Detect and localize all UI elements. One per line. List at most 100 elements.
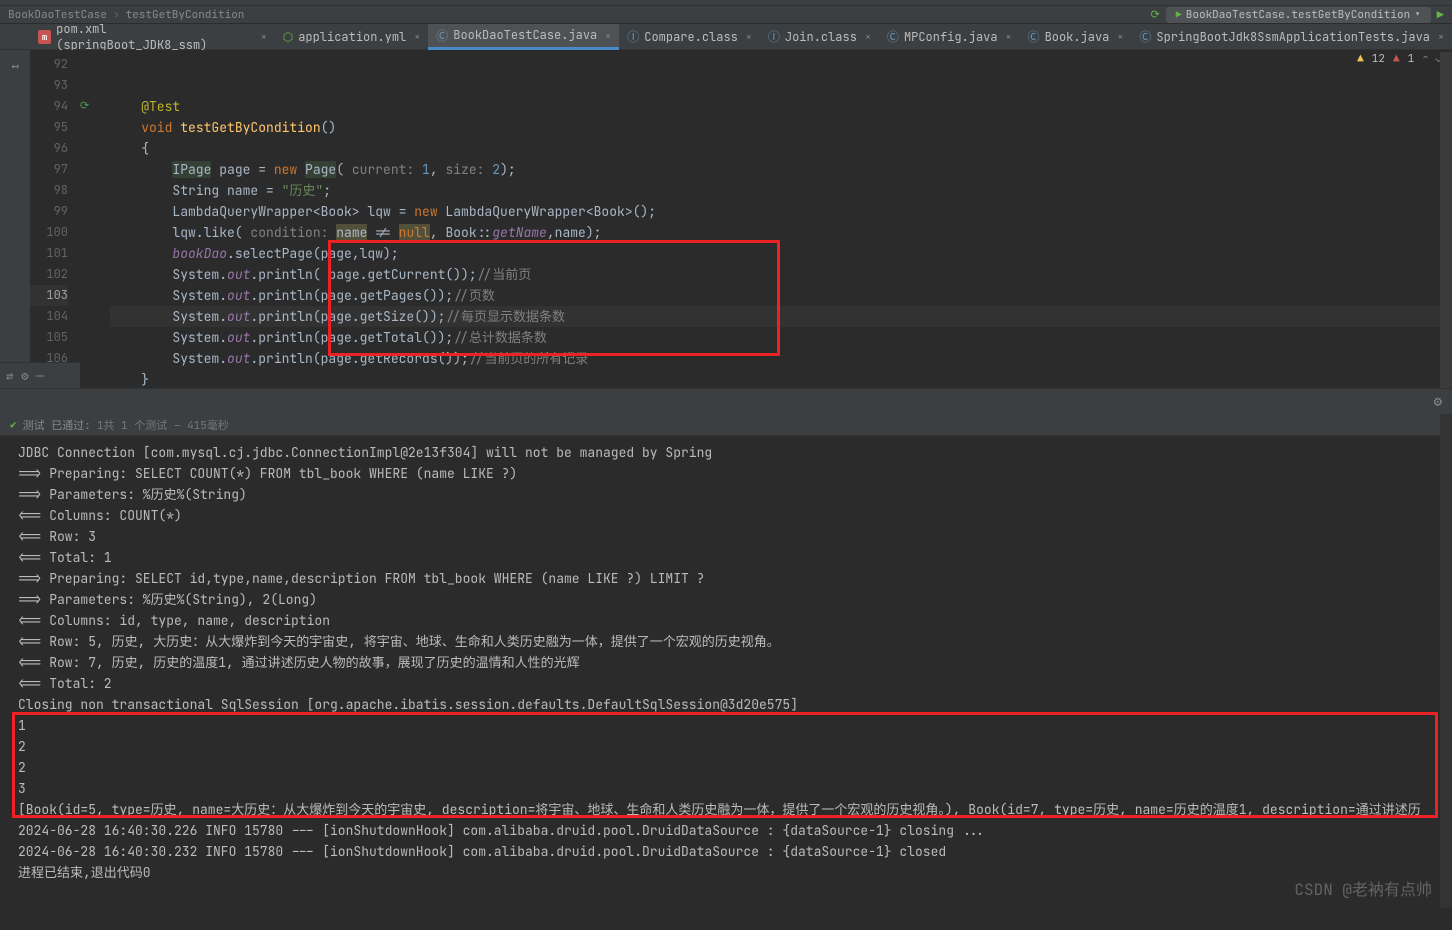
param: size: bbox=[445, 161, 492, 178]
java-icon: Ⓒ bbox=[436, 27, 448, 44]
console-line: <== Columns: id, type, name, description bbox=[18, 610, 1434, 631]
console-line: [Book(id=5, type=历史, name=大历史：从大爆炸到今天的宇宙… bbox=[18, 799, 1434, 820]
left-gutter: ↤ bbox=[0, 50, 30, 388]
code-content[interactable]: @Test void testGetByCondition() { IPage … bbox=[110, 50, 1452, 388]
console-line: 3 bbox=[18, 778, 1434, 799]
close-icon[interactable]: × bbox=[414, 30, 420, 43]
console-scrollbar[interactable] bbox=[1440, 414, 1452, 908]
field: out bbox=[227, 266, 250, 283]
editor-area: ▲12 ▲1 ⌃ ⌄ ↤ 929394959697989910010110210… bbox=[0, 50, 1452, 388]
console-line: 2 bbox=[18, 736, 1434, 757]
run-button[interactable]: ▶ bbox=[1437, 7, 1444, 23]
tab-label: Join.class bbox=[785, 29, 857, 45]
field: out bbox=[227, 308, 250, 325]
txt: System. bbox=[172, 308, 227, 325]
txt: String name = bbox=[172, 182, 281, 199]
class-icon: Ⓘ bbox=[627, 28, 639, 45]
param: condition: bbox=[250, 224, 336, 241]
breadcrumb-sep: › bbox=[113, 8, 120, 22]
console-line: <== Columns: COUNT(*) bbox=[18, 505, 1434, 526]
code-editor[interactable]: 9293949596979899100101102103104105106 ⟳ … bbox=[30, 50, 1452, 388]
comment: //当前页 bbox=[477, 266, 532, 283]
txt: .println( page.getCurrent()); bbox=[250, 266, 476, 283]
editor-toolbar: ⇄ ⚙ — bbox=[0, 362, 80, 388]
console-line: 2 bbox=[18, 757, 1434, 778]
breadcrumb-item[interactable]: testGetByCondition bbox=[126, 8, 245, 22]
java-icon: Ⓒ bbox=[887, 28, 899, 45]
txt: , Book:: bbox=[430, 224, 492, 241]
run-gutter: ⟳ bbox=[80, 50, 110, 388]
gear-icon[interactable]: ⚙ bbox=[21, 368, 28, 384]
run-test-icon[interactable]: ⟳ bbox=[80, 99, 89, 113]
comment: //页数 bbox=[453, 287, 495, 304]
num: 1 bbox=[422, 161, 430, 178]
breadcrumb-item[interactable]: BookDaoTestCase bbox=[8, 8, 107, 22]
close-icon[interactable]: × bbox=[1117, 30, 1123, 43]
line-numbers: 9293949596979899100101102103104105106 bbox=[30, 50, 80, 388]
tab-mpconfig[interactable]: ⒸMPConfig.java× bbox=[879, 24, 1020, 50]
indent-icon[interactable]: ⇄ bbox=[6, 368, 13, 384]
comment: //每页显示数据条数 bbox=[445, 308, 565, 325]
console-line: <== Row: 5, 历史, 大历史：从大爆炸到今天的宇宙史, 将宇宙、地球、… bbox=[18, 631, 1434, 652]
class-icon: Ⓘ bbox=[768, 28, 780, 45]
txt: ; bbox=[323, 182, 331, 199]
console-line: ==> Parameters: %历史%(String), 2(Long) bbox=[18, 589, 1434, 610]
txt: .println(page.getTotal()); bbox=[250, 329, 453, 346]
console-line: <== Total: 2 bbox=[18, 673, 1434, 694]
close-icon[interactable]: × bbox=[865, 30, 871, 43]
annotation: @Test bbox=[141, 98, 180, 115]
console-line: ==> Preparing: SELECT id,type,name,descr… bbox=[18, 568, 1434, 589]
close-icon[interactable]: × bbox=[1438, 30, 1444, 43]
tab-book[interactable]: ⒸBook.java× bbox=[1020, 24, 1132, 50]
java-icon: Ⓒ bbox=[1139, 28, 1151, 45]
sync-icon[interactable]: ⟳ bbox=[1151, 8, 1160, 22]
editor-tabs: mpom.xml (springBoot_JDK8_ssm)× ⬡applica… bbox=[0, 24, 1452, 50]
close-icon[interactable]: × bbox=[605, 29, 611, 42]
txt: ); bbox=[500, 161, 516, 178]
txt: LambdaQueryWrapper<Book> lqw = bbox=[172, 203, 414, 220]
console-line: Closing non transactional SqlSession [or… bbox=[18, 694, 1434, 715]
field: out bbox=[227, 329, 250, 346]
num: 2 bbox=[492, 161, 500, 178]
txt: .println(page.getRecords()); bbox=[250, 350, 468, 367]
field: bookDao bbox=[172, 245, 227, 262]
close-icon[interactable]: × bbox=[261, 30, 267, 43]
var: name bbox=[336, 224, 367, 241]
tab-yml[interactable]: ⬡application.yml× bbox=[275, 24, 429, 50]
tab-label: SpringBootJdk8SsmApplicationTests.java bbox=[1156, 29, 1430, 45]
console-line: ==> Parameters: %历史%(String) bbox=[18, 484, 1434, 505]
tab-label: Compare.class bbox=[644, 29, 738, 45]
chevron-down-icon: ▾ bbox=[1414, 8, 1421, 22]
tab-pom[interactable]: mpom.xml (springBoot_JDK8_ssm)× bbox=[30, 24, 275, 50]
console-line: ==> Preparing: SELECT COUNT(*) FROM tbl_… bbox=[18, 463, 1434, 484]
console-line: 1 bbox=[18, 715, 1434, 736]
txt: ,name); bbox=[547, 224, 602, 241]
minus-icon[interactable]: — bbox=[36, 368, 43, 384]
txt: .selectPage(page,lqw); bbox=[227, 245, 399, 262]
txt: LambdaQueryWrapper<Book>(); bbox=[445, 203, 656, 220]
editor-scrollbar[interactable] bbox=[1440, 52, 1452, 388]
run-config-dropdown[interactable]: ▶ BookDaoTestCase.testGetByCondition ▾ bbox=[1166, 7, 1431, 23]
tab-label: pom.xml (springBoot_JDK8_ssm) bbox=[56, 21, 253, 53]
console-line: <== Total: 1 bbox=[18, 547, 1434, 568]
tab-compare[interactable]: Ⓘ Compare.class × bbox=[619, 24, 760, 50]
console-line: 2024-06-28 16:40:30.232 INFO 15780 --- [… bbox=[18, 841, 1434, 862]
tab-apptests[interactable]: Ⓒ SpringBootJdk8SsmApplicationTests.java × bbox=[1131, 24, 1452, 50]
method-name: testGetByCondition bbox=[180, 119, 320, 136]
string: "历史" bbox=[282, 182, 324, 199]
txt: System. bbox=[172, 266, 227, 283]
run-config[interactable]: ⟳ ▶ BookDaoTestCase.testGetByCondition ▾… bbox=[1151, 7, 1444, 23]
txt: != bbox=[367, 224, 398, 241]
comment: //当前页的所有记录 bbox=[469, 350, 589, 367]
comment: //总计数据条数 bbox=[453, 329, 547, 346]
back-icon[interactable]: ↤ bbox=[5, 56, 25, 76]
tab-bookdao[interactable]: ⒸBookDaoTestCase.java× bbox=[428, 24, 619, 50]
txt: page = bbox=[211, 161, 273, 178]
watermark: CSDN @老衲有点帅 bbox=[1294, 876, 1432, 900]
close-icon[interactable]: × bbox=[1006, 30, 1012, 43]
kw: new bbox=[414, 203, 445, 220]
console-output[interactable]: JDBC Connection [com.mysql.cj.jdbc.Conne… bbox=[0, 436, 1452, 930]
tab-join[interactable]: Ⓘ Join.class × bbox=[760, 24, 879, 50]
close-icon[interactable]: × bbox=[746, 30, 752, 43]
kw: void bbox=[141, 119, 180, 136]
